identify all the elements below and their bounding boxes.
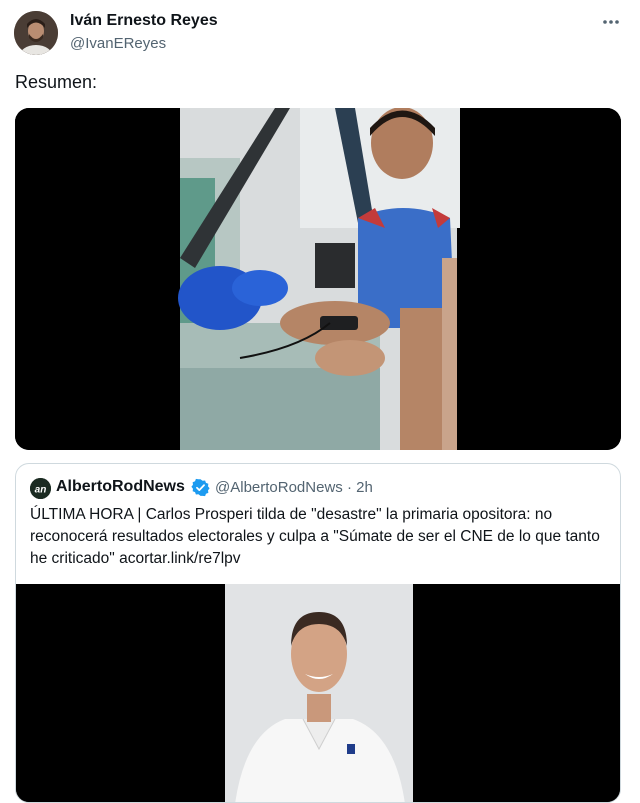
quoted-author-name[interactable]: AlbertoRodNews xyxy=(56,478,185,496)
quoted-tweet-text: ÚLTIMA HORA | Carlos Prosperi tilda de "… xyxy=(30,506,600,567)
author-avatar[interactable] xyxy=(14,11,58,55)
quoted-time[interactable]: 2h xyxy=(356,479,373,496)
quoted-tweet[interactable]: an AlbertoRodNews @AlbertoRodNews · 2h Ú… xyxy=(15,463,621,803)
quoted-author-handle[interactable]: @AlbertoRodNews xyxy=(215,479,343,496)
author-handle[interactable]: @IvanEReyes xyxy=(70,35,166,52)
meta-separator: · xyxy=(346,479,352,496)
tweet: Iván Ernesto Reyes @IvanEReyes Resumen: xyxy=(0,0,640,803)
quoted-meta: @AlbertoRodNews · 2h xyxy=(215,479,373,496)
svg-text:an: an xyxy=(35,485,47,496)
quoted-author-avatar[interactable]: an xyxy=(30,478,51,499)
verified-badge-icon xyxy=(191,478,210,497)
tweet-video[interactable] xyxy=(15,108,621,450)
more-icon[interactable] xyxy=(596,10,626,34)
tweet-text: Resumen: xyxy=(15,72,98,92)
author-name[interactable]: Iván Ernesto Reyes xyxy=(70,12,218,30)
quoted-tweet-video[interactable] xyxy=(16,584,620,802)
